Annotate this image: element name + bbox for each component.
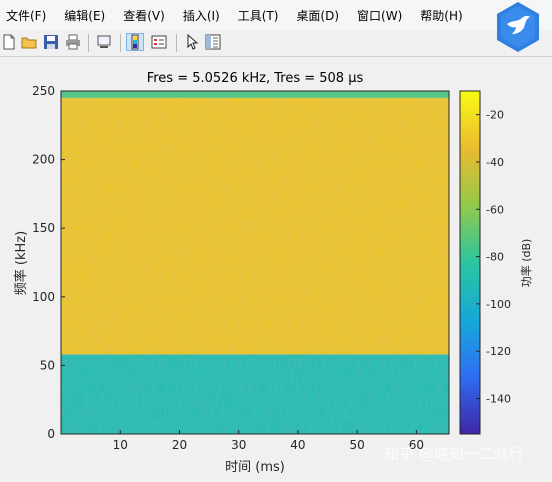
y-tick-label: 50 (40, 358, 55, 372)
pointer-icon[interactable] (183, 33, 201, 51)
colorbar-label: 功率 (dB) (519, 239, 533, 288)
y-tick-label: 0 (47, 427, 55, 441)
y-tick-label: 200 (32, 153, 55, 167)
menu-file[interactable]: 文件(F) (0, 7, 55, 24)
toolbar (0, 30, 552, 57)
y-axis-ticks: 0 50 100 150 200 250 (32, 84, 65, 441)
colorbar-tick-label: -140 (486, 393, 511, 406)
colorbar-tick-label: -80 (486, 251, 504, 264)
save-icon[interactable] (42, 33, 60, 51)
colorbar[interactable] (459, 90, 481, 435)
toolbar-separator (88, 34, 89, 52)
y-tick-label: 100 (32, 290, 55, 304)
colorbar-tick-label: -20 (486, 109, 504, 122)
x-tick-label: 50 (350, 438, 365, 452)
app-logo (492, 0, 544, 54)
plot-title: Fres = 5.0526 kHz, Tres = 508 µs (147, 71, 364, 86)
toolbar-separator (176, 34, 177, 52)
menu-insert[interactable]: 插入(I) (174, 7, 229, 24)
print-icon[interactable] (64, 33, 82, 51)
menu-tools[interactable]: 工具(T) (229, 7, 288, 24)
link-plot-icon[interactable] (95, 33, 113, 51)
x-axis-label: 时间 (ms) (225, 460, 285, 475)
colorbar-tick-label: -100 (486, 298, 511, 311)
toolbar-separator (120, 34, 121, 52)
menu-bar: 文件(F) 编辑(E) 查看(V) 插入(I) 工具(T) 桌面(D) 窗口(W… (0, 0, 552, 31)
menu-window[interactable]: 窗口(W) (348, 7, 411, 24)
y-tick-label: 250 (32, 84, 55, 98)
open-folder-icon[interactable] (20, 33, 38, 51)
x-tick-label: 20 (172, 438, 187, 452)
new-file-icon[interactable] (0, 33, 18, 51)
menu-help[interactable]: 帮助(H) (411, 7, 471, 24)
y-axis-label: 频率 (kHz) (13, 231, 29, 295)
menu-edit[interactable]: 编辑(E) (55, 7, 114, 24)
figure-canvas: Fres = 5.0526 kHz, Tres = 508 µs 10 20 30 4… (0, 57, 552, 478)
x-tick-label: 40 (290, 438, 305, 452)
menu-view[interactable]: 查看(V) (114, 7, 174, 24)
property-editor-icon[interactable] (204, 33, 222, 51)
heatmap-texture (61, 91, 449, 434)
colorbar-tick-label: -40 (486, 156, 504, 169)
legend-icon[interactable] (150, 33, 168, 51)
x-tick-label: 10 (113, 438, 128, 452)
watermark-text: 知乎 @略知一二就行 (384, 445, 524, 463)
y-tick-label: 150 (32, 221, 55, 235)
colorbar-tick-label: -60 (486, 203, 504, 216)
colorbar-tick-label: -120 (486, 345, 511, 358)
menu-desktop[interactable]: 桌面(D) (287, 7, 348, 24)
colorbar-ticks: -20 -40 -60 -80 -100 -120 -140 (476, 109, 511, 406)
spectrogram-plot: Fres = 5.0526 kHz, Tres = 508 µs 10 20 30 4… (13, 71, 533, 475)
x-tick-label: 30 (231, 438, 246, 452)
colorbar-icon[interactable] (126, 33, 144, 51)
